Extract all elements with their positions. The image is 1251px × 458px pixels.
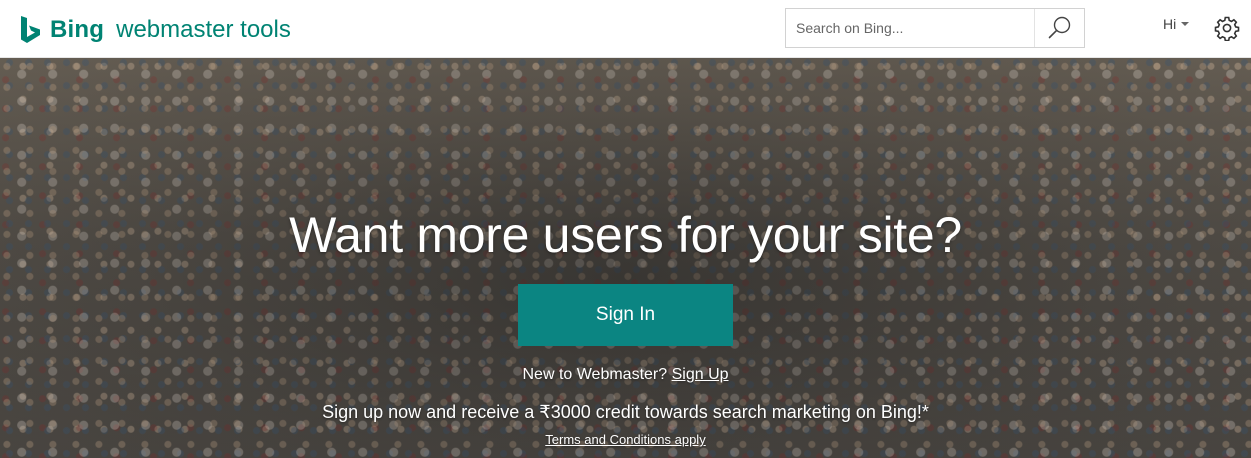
search-button[interactable] <box>1034 9 1084 47</box>
user-greeting: Hi <box>1163 16 1177 32</box>
terms-row: Terms and Conditions apply <box>0 432 1251 447</box>
sign-up-link[interactable]: Sign Up <box>672 366 729 383</box>
new-user-prompt: New to Webmaster? Sign Up <box>0 366 1251 384</box>
hero-banner: Want more users for your site? Sign In N… <box>0 58 1251 458</box>
bing-b-icon <box>21 16 40 43</box>
search-input[interactable] <box>786 9 1034 47</box>
chevron-down-icon <box>1181 22 1190 26</box>
user-menu[interactable]: Hi <box>1163 14 1190 34</box>
search-box <box>785 8 1085 48</box>
hero-headline: Want more users for your site? <box>289 207 962 263</box>
promo-text: Sign up now and receive a ₹3000 credit t… <box>322 402 929 422</box>
hero-content: Want more users for your site? Sign In N… <box>0 58 1251 458</box>
gear-icon[interactable] <box>1214 15 1240 41</box>
terms-link[interactable]: Terms and Conditions apply <box>545 432 705 447</box>
new-user-text: New to Webmaster? <box>522 366 668 383</box>
sign-in-button[interactable]: Sign In <box>518 284 733 346</box>
bing-webmaster-logo[interactable]: Bing webmaster tools <box>20 12 291 48</box>
search-icon <box>1048 16 1070 39</box>
brand-name: Bing <box>50 16 105 43</box>
product-name: webmaster tools <box>116 16 291 43</box>
top-header: Bing webmaster tools Hi <box>0 0 1251 58</box>
